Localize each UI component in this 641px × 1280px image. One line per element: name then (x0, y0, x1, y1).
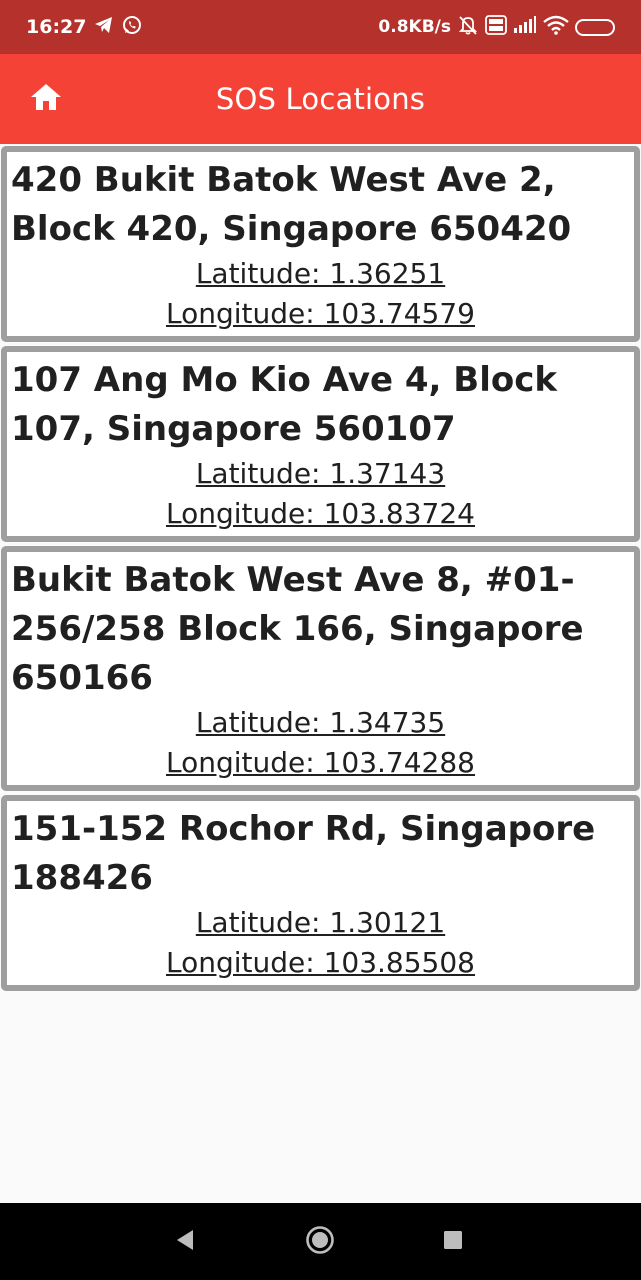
recents-icon (443, 1230, 463, 1254)
latitude-link[interactable]: Latitude: 1.36251 (11, 254, 630, 294)
mute-icon (457, 14, 479, 40)
location-address: 151-152 Rochor Rd, Singapore 188426 (11, 809, 596, 898)
nav-home-button[interactable] (285, 1203, 355, 1280)
latitude-link[interactable]: Latitude: 1.34735 (11, 703, 630, 743)
nav-back-button[interactable] (150, 1203, 220, 1280)
system-nav-bar (0, 1203, 641, 1280)
volte-icon (485, 15, 507, 39)
location-card[interactable]: Bukit Batok West Ave 8, #01-256/258 Bloc… (1, 546, 640, 791)
status-time: 16:27 (26, 16, 87, 38)
battery-level: 76 (596, 20, 613, 34)
location-address: 107 Ang Mo Kio Ave 4, Block 107, Singapo… (11, 360, 557, 449)
signal-icon (513, 16, 537, 38)
home-icon (29, 82, 63, 116)
longitude-link[interactable]: Longitude: 103.83724 (11, 494, 630, 534)
longitude-link[interactable]: Longitude: 103.74288 (11, 743, 630, 783)
latitude-link[interactable]: Latitude: 1.30121 (11, 903, 630, 943)
location-card[interactable]: 420 Bukit Batok West Ave 2, Block 420, S… (1, 146, 640, 342)
status-bar: 16:27 0.8KB/s 76 (0, 0, 641, 54)
back-icon (175, 1229, 195, 1255)
longitude-link[interactable]: Longitude: 103.85508 (11, 943, 630, 983)
home-button[interactable] (22, 76, 70, 122)
telegram-icon (94, 16, 114, 38)
location-address: Bukit Batok West Ave 8, #01-256/258 Bloc… (11, 560, 584, 698)
location-address: 420 Bukit Batok West Ave 2, Block 420, S… (11, 160, 572, 249)
location-card[interactable]: 107 Ang Mo Kio Ave 4, Block 107, Singapo… (1, 346, 640, 542)
location-list: 420 Bukit Batok West Ave 2, Block 420, S… (0, 144, 641, 995)
battery-icon: 76 (575, 18, 615, 36)
wifi-icon (543, 15, 569, 39)
location-card[interactable]: 151-152 Rochor Rd, Singapore 188426 Lati… (1, 795, 640, 991)
latitude-link[interactable]: Latitude: 1.37143 (11, 454, 630, 494)
nav-recents-button[interactable] (418, 1203, 488, 1280)
app-bar: SOS Locations (0, 54, 641, 144)
status-right: 0.8KB/s 76 (378, 14, 615, 40)
whatsapp-icon (122, 15, 142, 39)
net-speed: 0.8KB/s (378, 17, 451, 37)
status-left: 16:27 (26, 15, 142, 39)
home-circle-icon (305, 1225, 335, 1259)
page-title: SOS Locations (215, 82, 426, 116)
longitude-link[interactable]: Longitude: 103.74579 (11, 294, 630, 334)
